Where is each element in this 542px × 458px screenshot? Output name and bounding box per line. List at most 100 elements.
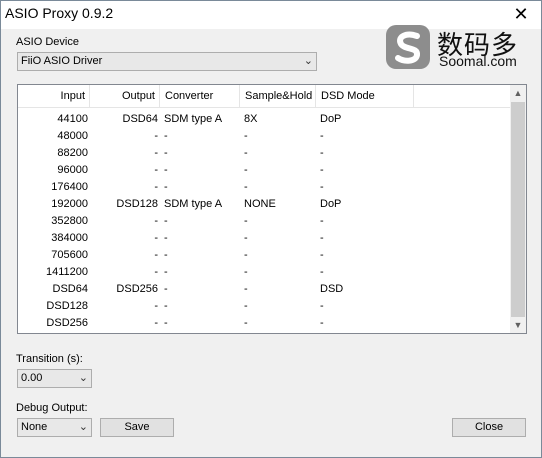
col-output-cell: -	[154, 181, 158, 193]
col-converter-cell: -	[164, 147, 168, 159]
debug-output-value: None	[21, 421, 48, 433]
col-dsd-mode-cell: -	[320, 266, 324, 278]
col-dsd-mode-cell: -	[320, 249, 324, 261]
asio-device-value: FiiO ASIO Driver	[21, 55, 103, 67]
window-title: ASIO Proxy 0.9.2	[5, 5, 114, 21]
transition-label: Transition (s):	[16, 353, 83, 365]
col-output-cell: -	[154, 300, 158, 312]
col-output-cell: -	[154, 249, 158, 261]
col-converter-cell: -	[164, 232, 168, 244]
col-dsd-mode-cell: -	[320, 317, 324, 329]
col-sample-hold-cell: -	[244, 266, 248, 278]
table-row[interactable]: 384000- - - -	[18, 230, 512, 247]
col-converter-cell: -	[164, 300, 168, 312]
col-converter-cell: -	[164, 130, 168, 142]
debug-output-select[interactable]: None ⌄	[17, 418, 92, 437]
col-sample-hold-cell: -	[244, 249, 248, 261]
scroll-down-icon[interactable]: ▼	[510, 317, 526, 333]
chevron-down-icon: ⌄	[78, 421, 88, 433]
table-row[interactable]: 88200- - - -	[18, 145, 512, 162]
soomal-watermark: 数码多 Soomal.com	[384, 23, 534, 73]
scroll-up-icon[interactable]: ▲	[510, 85, 526, 101]
table-row[interactable]: 96000- - - -	[18, 162, 512, 179]
table-row[interactable]: 352800- - - -	[18, 213, 512, 230]
col-output-cell: DSD64	[122, 113, 158, 125]
col-dsd-mode-cell: -	[320, 232, 324, 244]
col-sample-hold-cell: NONE	[244, 198, 276, 210]
col-input-cell: 44100	[57, 113, 88, 125]
asio-device-select[interactable]: FiiO ASIO Driver ⌄	[17, 52, 317, 71]
column-header-sample-hold[interactable]: Sample&Hold	[240, 85, 316, 107]
col-input-cell: 88200	[57, 147, 88, 159]
save-button[interactable]: Save	[100, 418, 174, 437]
col-input-cell: 384000	[51, 232, 88, 244]
transition-value: 0.00	[21, 372, 43, 384]
col-output-cell: -	[154, 147, 158, 159]
col-output-cell: -	[154, 232, 158, 244]
list-header: Input Output Converter Sample&Hold DSD Mode	[18, 85, 512, 108]
col-sample-hold-cell: -	[244, 181, 248, 193]
col-output-cell: DSD256	[116, 283, 158, 295]
asio-device-label: ASIO Device	[16, 36, 79, 48]
col-dsd-mode-cell: -	[320, 147, 324, 159]
table-row[interactable]: 44100 DSD64 SDM type A 8X DoP	[18, 111, 512, 128]
col-sample-hold-cell: -	[244, 147, 248, 159]
column-header-input[interactable]: Input	[18, 85, 90, 107]
col-input-cell: 96000	[57, 164, 88, 176]
col-input-cell: 176400	[51, 181, 88, 193]
col-input-cell: 1411200	[45, 266, 88, 278]
col-sample-hold-cell: 8X	[244, 113, 258, 125]
table-row[interactable]: 176400- - - -	[18, 179, 512, 196]
col-input-cell: 705600	[51, 249, 88, 261]
col-converter-cell: -	[164, 266, 168, 278]
col-dsd-mode-cell: DoP	[320, 198, 342, 210]
chevron-down-icon: ⌄	[78, 372, 88, 384]
transition-select[interactable]: 0.00 ⌄	[17, 369, 92, 388]
col-dsd-mode-cell: -	[320, 164, 324, 176]
col-converter-cell: -	[164, 181, 168, 193]
table-row[interactable]: DSD128- - - -	[18, 298, 512, 315]
table-row[interactable]: 48000- - - -	[18, 128, 512, 145]
scrollbar-thumb[interactable]	[511, 102, 525, 317]
col-input-cell: DSD256	[46, 317, 88, 329]
col-output-cell: -	[154, 266, 158, 278]
table-row[interactable]: 192000 DSD128 SDM type A NONE DoP	[18, 196, 512, 213]
soomal-logo-icon	[386, 25, 430, 69]
col-sample-hold-cell: -	[244, 215, 248, 227]
table-row[interactable]: DSD256- - - -	[18, 315, 512, 332]
col-input-cell: 352800	[51, 215, 88, 227]
col-input-cell: DSD64	[52, 283, 88, 295]
col-converter-cell: -	[164, 164, 168, 176]
close-button[interactable]: Close	[452, 418, 526, 437]
chevron-down-icon: ⌄	[303, 55, 313, 67]
col-output-cell: -	[154, 130, 158, 142]
table-row[interactable]: 1411200- - - -	[18, 264, 512, 281]
debug-output-label: Debug Output:	[16, 402, 88, 414]
column-header-dsd-mode[interactable]: DSD Mode	[316, 85, 414, 107]
table-row[interactable]: DSD64 DSD256- - DSD	[18, 281, 512, 298]
col-input-cell: 192000	[51, 198, 88, 210]
close-window-icon[interactable]: ✕	[507, 3, 535, 25]
col-input-cell: 48000	[57, 130, 88, 142]
col-dsd-mode-cell: DoP	[320, 113, 342, 125]
col-dsd-mode-cell: -	[320, 300, 324, 312]
col-sample-hold-cell: -	[244, 317, 248, 329]
col-converter-cell: -	[164, 215, 168, 227]
col-dsd-mode-cell: -	[320, 181, 324, 193]
col-dsd-mode-cell: -	[320, 215, 324, 227]
col-dsd-mode-cell: -	[320, 130, 324, 142]
sample-rate-list[interactable]: Input Output Converter Sample&Hold DSD Mode …	[17, 84, 527, 334]
watermark-english-text: Soomal.com	[439, 53, 517, 69]
col-sample-hold-cell: -	[244, 164, 248, 176]
col-sample-hold-cell: -	[244, 232, 248, 244]
col-output-cell: -	[154, 164, 158, 176]
col-converter-cell: -	[164, 249, 168, 261]
col-converter-cell: -	[164, 317, 168, 329]
col-input-cell: DSD128	[46, 300, 88, 312]
table-row[interactable]: 705600- - - -	[18, 247, 512, 264]
app-window: ASIO Proxy 0.9.2 ✕ 数码多 Soomal.com ASIO D…	[0, 0, 542, 458]
vertical-scrollbar[interactable]: ▲ ▼	[510, 85, 526, 333]
column-header-output[interactable]: Output	[90, 85, 160, 107]
col-sample-hold-cell: -	[244, 300, 248, 312]
column-header-converter[interactable]: Converter	[160, 85, 240, 107]
